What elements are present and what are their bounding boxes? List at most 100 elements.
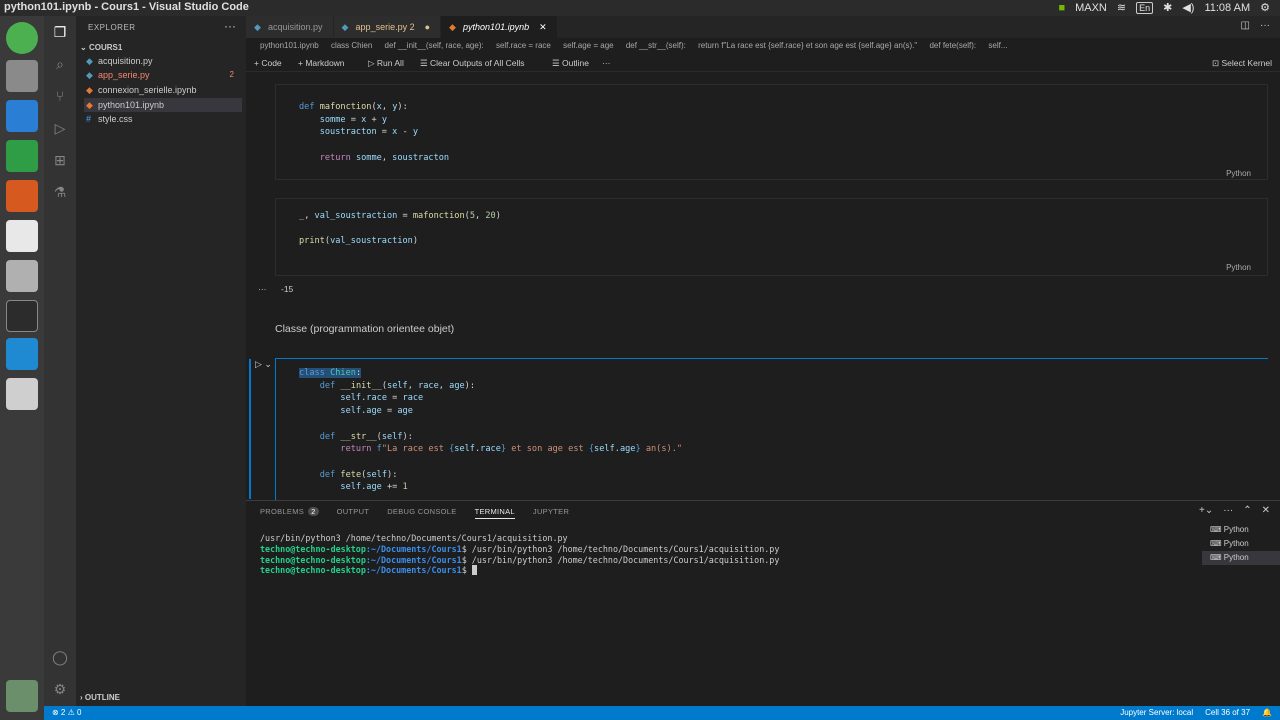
breadcrumb-item[interactable]: return f"La race est {self.race} et son … (698, 41, 917, 50)
code-cell[interactable]: _, val_soustraction = mafonction(5, 20) … (275, 198, 1268, 276)
status-bar: ⊗ 2 ⚠ 0 Jupyter Server: local Cell 36 of… (44, 706, 1280, 720)
breadcrumb-item[interactable]: class Chien (331, 41, 372, 50)
terminal-app-icon[interactable] (6, 300, 38, 332)
file-connexion-serielle[interactable]: ◆ connexion_serielle.ipynb (84, 83, 242, 97)
trash-icon[interactable] (6, 680, 38, 712)
terminal-item[interactable]: ⌨ Python (1202, 537, 1280, 551)
tab-jupyter[interactable]: JUPYTER (533, 507, 569, 519)
power-mode-label[interactable]: MAXN (1075, 2, 1107, 14)
cell-language-label[interactable]: Python (1226, 263, 1251, 272)
keyboard-language[interactable]: En (1136, 1, 1154, 14)
outline-button[interactable]: ☰ Outline (552, 54, 589, 72)
settings-app-icon[interactable] (6, 260, 38, 292)
select-kernel-button[interactable]: ⊡ Select Kernel (1212, 54, 1272, 72)
code-cell[interactable]: def mafonction(x, y): somme = x + y sous… (275, 84, 1268, 180)
account-icon[interactable]: ◯ (52, 649, 68, 665)
breadcrumb-item[interactable]: def fete(self): (929, 41, 976, 50)
more-actions-icon[interactable]: ··· (224, 19, 236, 33)
window-title: python101.ipynb - Cours1 - Visual Studio… (4, 1, 249, 13)
file-acquisition[interactable]: ◆ acquisition.py (84, 54, 242, 68)
clear-outputs-button[interactable]: ☰ Clear Outputs of All Cells (420, 54, 524, 72)
run-debug-icon[interactable]: ▷ (52, 120, 68, 136)
file-python101[interactable]: ◆ python101.ipynb (84, 98, 242, 112)
close-panel-icon[interactable]: ✕ (1262, 505, 1270, 516)
breadcrumb-item[interactable]: def __str__(self): (626, 41, 686, 50)
notifications-icon[interactable]: 🔔 (1262, 706, 1272, 720)
code-editor[interactable]: class Chien: def __init__(self, race, ag… (299, 367, 682, 494)
testing-icon[interactable]: ⚗ (52, 184, 68, 200)
code-editor[interactable]: _, val_soustraction = mafonction(5, 20) … (299, 210, 501, 248)
terminal-output[interactable]: /usr/bin/python3 /home/techno/Documents/… (260, 533, 779, 576)
tab-python101[interactable]: ◆ python101.ipynb ✕ (441, 16, 558, 38)
maximize-panel-icon[interactable]: ⌃ (1243, 505, 1251, 516)
bluetooth-icon[interactable]: ✱ (1163, 1, 1172, 14)
tab-acquisition[interactable]: ◆ acquisition.py (246, 16, 334, 38)
extensions-icon[interactable]: ⊞ (52, 152, 68, 168)
breadcrumb-item[interactable]: self.age = age (563, 41, 613, 50)
os-dock (0, 16, 44, 720)
new-terminal-icon[interactable]: +⌄ (1199, 505, 1213, 516)
css-file-icon: # (86, 114, 92, 124)
explorer-sidebar: EXPLORER ··· ⌄ COURS1 ◆ acquisition.py ◆ a… (76, 16, 246, 706)
settings-gear-icon[interactable]: ⚙ (1260, 1, 1270, 14)
tab-app-serie[interactable]: ◆ app_serie.py 2 ● (333, 16, 442, 38)
ubuntu-launcher-icon[interactable] (6, 22, 38, 54)
more-actions-icon[interactable]: ··· (1260, 20, 1270, 31)
problems-status[interactable]: ⊗ 2 ⚠ 0 (52, 706, 81, 720)
drive-app-icon[interactable] (6, 378, 38, 410)
add-markdown-button[interactable]: + Markdown (298, 54, 345, 72)
tab-terminal[interactable]: TERMINAL (474, 507, 515, 519)
nvidia-icon[interactable]: ■ (1058, 2, 1065, 14)
error-badge: 2 (229, 70, 234, 79)
clock[interactable]: 11:08 AM (1204, 2, 1250, 14)
cell-language-label[interactable]: Python (1226, 169, 1251, 178)
wifi-icon[interactable]: ≋ (1117, 1, 1126, 14)
store-app-icon[interactable] (6, 220, 38, 252)
breadcrumb-item[interactable]: self.race = race (496, 41, 551, 50)
run-all-button[interactable]: ▷ Run All (368, 54, 404, 72)
python-file-icon: ◆ (86, 70, 93, 80)
run-cell-icon[interactable]: ▷ ⌄ (255, 359, 272, 370)
search-icon[interactable]: ⌕ (52, 56, 68, 72)
source-control-icon[interactable]: ⑂ (52, 88, 68, 104)
markdown-cell[interactable]: Classe (programmation orientee objet) (275, 323, 454, 335)
more-actions-icon[interactable]: ··· (602, 54, 611, 72)
breadcrumb-item[interactable]: def __init__(self, race, age): (385, 41, 484, 50)
problems-badge: 2 (308, 507, 319, 516)
writer-app-icon[interactable] (6, 100, 38, 132)
file-style-css[interactable]: # style.css (84, 112, 242, 126)
system-tray: ■ MAXN ≋ En ✱ ◀) 11:08 AM ⚙ (1058, 1, 1270, 14)
code-cell-active[interactable]: class Chien: def __init__(self, race, ag… (275, 358, 1268, 500)
python-file-icon: ◆ (341, 22, 349, 32)
tab-output[interactable]: OUTPUT (337, 507, 370, 519)
add-code-button[interactable]: + Code (254, 54, 282, 72)
system-top-bar: python101.ipynb - Cours1 - Visual Studio… (0, 0, 1280, 16)
terminal-item[interactable]: ⌨ Python (1202, 523, 1280, 537)
explorer-icon[interactable]: ❐ (52, 24, 68, 40)
panel-tabs: PROBLEMS 2 OUTPUT DEBUG CONSOLE TERMINAL … (260, 507, 569, 519)
cell-output-menu-icon[interactable]: ··· (258, 284, 267, 294)
volume-icon[interactable]: ◀) (1182, 1, 1194, 14)
python-file-icon: ◆ (86, 56, 93, 66)
breadcrumb-item[interactable]: self... (988, 41, 1007, 50)
jupyter-server-status[interactable]: Jupyter Server: local (1120, 706, 1193, 720)
more-actions-icon[interactable]: ··· (1223, 505, 1233, 516)
split-editor-icon[interactable]: ◫ (1241, 20, 1250, 31)
outline-section[interactable]: › OUTLINE (80, 693, 120, 702)
cell-position-status[interactable]: Cell 36 of 37 (1205, 706, 1250, 720)
tab-problems[interactable]: PROBLEMS 2 (260, 507, 319, 519)
file-app-serie[interactable]: ◆ app_serie.py 2 (84, 68, 242, 82)
terminal-item[interactable]: ⌨ Python (1202, 551, 1280, 565)
breadcrumb-item[interactable]: python101.ipynb (260, 41, 319, 50)
code-editor[interactable]: def mafonction(x, y): somme = x + y sous… (299, 101, 449, 165)
vscode-app-icon[interactable] (6, 338, 38, 370)
impress-app-icon[interactable] (6, 180, 38, 212)
unsaved-dot-icon[interactable]: ● (425, 22, 430, 32)
manage-gear-icon[interactable]: ⚙ (52, 681, 68, 697)
folder-cours1[interactable]: ⌄ COURS1 (80, 43, 122, 52)
calc-app-icon[interactable] (6, 140, 38, 172)
close-tab-icon[interactable]: ✕ (539, 22, 547, 32)
panel-actions: +⌄ ··· ⌃ ✕ (1199, 505, 1270, 516)
tab-debug-console[interactable]: DEBUG CONSOLE (387, 507, 456, 519)
files-app-icon[interactable] (6, 60, 38, 92)
